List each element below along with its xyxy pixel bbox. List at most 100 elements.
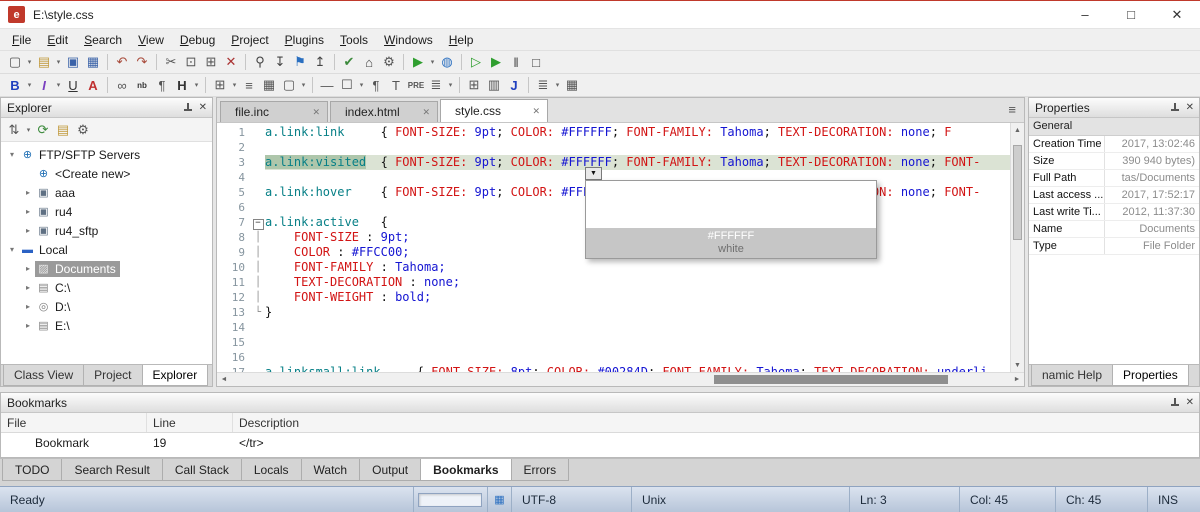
new-file-icon[interactable]: ▢ (5, 52, 25, 72)
debug-run-icon[interactable]: ▶ (486, 52, 506, 72)
horizontal-rule-icon[interactable]: — (317, 75, 337, 95)
tab-project[interactable]: Project (83, 365, 142, 386)
tab-namic-help[interactable]: namic Help (1031, 365, 1113, 386)
editor-tab-index-html[interactable]: index.html✕ (330, 101, 438, 122)
code-line[interactable]: 3a.link:visited { FONT-SIZE: 9pt; COLOR:… (217, 155, 1010, 170)
tab-search-result[interactable]: Search Result (61, 459, 162, 481)
close-button[interactable]: ✕ (1154, 1, 1200, 28)
tree-item-ru4[interactable]: ▸▣ru4 (1, 202, 212, 221)
scroll-down-icon[interactable]: ▼ (1011, 358, 1024, 372)
text-icon[interactable]: T (386, 75, 406, 95)
editor-horizontal-scrollbar[interactable]: ◄ ► (217, 372, 1024, 386)
menu-plugins[interactable]: Plugins (277, 31, 332, 49)
tree-item-c[interactable]: ▸▤C:\ (1, 278, 212, 297)
settings-icon[interactable]: ⚙ (379, 52, 399, 72)
browser-preview-icon[interactable]: ◍ (437, 52, 457, 72)
expand-icon[interactable]: ▸ (21, 283, 35, 292)
italic-dropdown-icon[interactable]: ▾ (54, 75, 63, 95)
tree-item-ftp-sftp-servers[interactable]: ▾⊕FTP/SFTP Servers (1, 145, 212, 164)
checkbox-dropdown-icon[interactable]: ▾ (357, 75, 366, 95)
pilcrow-icon[interactable]: ¶ (152, 75, 172, 95)
redo-icon[interactable]: ↷ (132, 52, 152, 72)
collapse-icon[interactable]: ▾ (5, 245, 19, 254)
property-row[interactable]: Last access ...2017, 17:52:17 (1029, 187, 1199, 204)
code-line[interactable]: 12 FONT-WEIGHT : bold; (217, 290, 1010, 305)
code-line[interactable]: 15 (217, 335, 1010, 350)
frames-icon[interactable]: ▥ (484, 75, 504, 95)
tab-output[interactable]: Output (359, 459, 421, 481)
tab-bookmarks[interactable]: Bookmarks (420, 459, 511, 481)
bookmark-row[interactable]: Bookmark19</tr> (1, 433, 1199, 453)
anchor-icon[interactable]: ∞ (112, 75, 132, 95)
debug-start-icon[interactable]: ▷ (466, 52, 486, 72)
expand-icon[interactable]: ▸ (21, 264, 35, 273)
menu-file[interactable]: File (4, 31, 39, 49)
minimize-button[interactable]: – (1062, 1, 1108, 28)
property-row[interactable]: TypeFile Folder (1029, 238, 1199, 255)
tab-close-icon[interactable]: ✕ (532, 106, 540, 117)
editor-vertical-scrollbar[interactable]: ▲ ▼ (1010, 123, 1024, 372)
menu-edit[interactable]: Edit (39, 31, 76, 49)
menu-help[interactable]: Help (441, 31, 482, 49)
code-line[interactable]: 2 (217, 140, 1010, 155)
script-icon[interactable]: J (504, 75, 524, 95)
scroll-up-icon[interactable]: ▲ (1011, 123, 1024, 137)
expand-icon[interactable]: ▸ (21, 226, 35, 235)
table-icon[interactable]: ⊞ (210, 75, 230, 95)
find-next-icon[interactable]: ↧ (270, 52, 290, 72)
syntax-check-icon[interactable]: ✔ (339, 52, 359, 72)
menu-windows[interactable]: Windows (376, 31, 441, 49)
maximize-button[interactable]: □ (1108, 1, 1154, 28)
code-line[interactable]: 13} (217, 305, 1010, 320)
pause-icon[interactable]: ‖ (506, 52, 526, 72)
scroll-right-icon[interactable]: ► (1010, 376, 1024, 383)
menu-search[interactable]: Search (76, 31, 130, 49)
checkbox-icon[interactable]: ☐ (337, 75, 357, 95)
menu-view[interactable]: View (130, 31, 172, 49)
column-header-file[interactable]: File (1, 413, 147, 432)
code-line[interactable]: 17a.linksmall:link { FONT-SIZE: 8pt; COL… (217, 365, 1010, 372)
property-row[interactable]: Size390 940 bytes) (1029, 153, 1199, 170)
expand-icon[interactable]: ▸ (21, 207, 35, 216)
paste-icon[interactable]: ⊞ (201, 52, 221, 72)
refresh-icon[interactable]: ⟳ (33, 120, 53, 140)
status-encoding[interactable]: UTF-8 (512, 487, 632, 512)
horizontal-scroll-track[interactable] (231, 373, 1010, 386)
delete-icon[interactable]: ✕ (221, 52, 241, 72)
tab-close-icon[interactable]: ✕ (422, 107, 430, 118)
run-icon[interactable]: ▶ (408, 52, 428, 72)
tree-item-e[interactable]: ▸▤E:\ (1, 316, 212, 335)
undo-icon[interactable]: ↶ (112, 52, 132, 72)
expand-icon[interactable]: ▸ (21, 302, 35, 311)
code-line[interactable]: 14 (217, 320, 1010, 335)
stop-icon[interactable]: □ (526, 52, 546, 72)
column-header-description[interactable]: Description (233, 413, 1199, 432)
layout-icon[interactable]: ≣ (533, 75, 553, 95)
menu-project[interactable]: Project (223, 31, 276, 49)
table-cell-icon[interactable]: ▢ (279, 75, 299, 95)
table-row-icon[interactable]: ≡ (239, 75, 259, 95)
pin-icon[interactable] (1170, 103, 1180, 113)
open-file-dropdown-icon[interactable]: ▾ (54, 52, 63, 72)
status-insert-mode[interactable]: INS (1148, 487, 1200, 512)
tab-close-icon[interactable]: ✕ (312, 107, 320, 118)
tab-explorer[interactable]: Explorer (142, 365, 209, 386)
tab-properties[interactable]: Properties (1112, 365, 1189, 386)
editor-tab-style-css[interactable]: style.css✕ (440, 99, 548, 122)
close-icon[interactable]: ✕ (199, 103, 207, 113)
sort-icon[interactable]: ⇅ (4, 120, 24, 140)
pin-icon[interactable] (1170, 398, 1180, 408)
tab-errors[interactable]: Errors (511, 459, 570, 481)
tree-item-d[interactable]: ▸◎D:\ (1, 297, 212, 316)
fold-collapse-icon[interactable] (251, 215, 265, 230)
collapse-icon[interactable]: ▾ (5, 150, 19, 159)
paragraph-icon[interactable]: ¶ (366, 75, 386, 95)
find-icon[interactable]: ⚲ (250, 52, 270, 72)
sort-dropdown-icon[interactable]: ▾ (24, 120, 33, 140)
horizontal-scroll-thumb[interactable] (714, 375, 948, 384)
nbsp-icon[interactable]: nb (132, 75, 152, 95)
expand-icon[interactable]: ▸ (21, 188, 35, 197)
vertical-scroll-thumb[interactable] (1013, 145, 1022, 240)
code-line[interactable]: 10 FONT-FAMILY : Tahoma; (217, 260, 1010, 275)
property-row[interactable]: Creation Time2017, 13:02:46 (1029, 136, 1199, 153)
